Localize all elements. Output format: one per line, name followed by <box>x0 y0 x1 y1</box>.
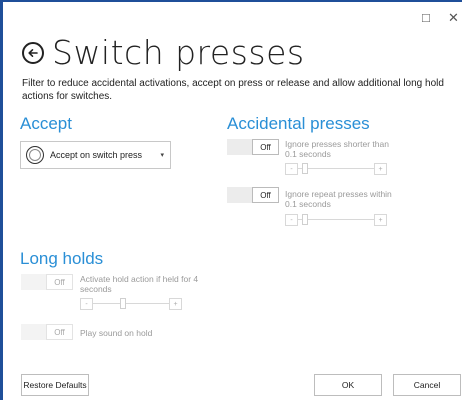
slider-track[interactable] <box>93 303 169 304</box>
maximize-button[interactable]: □ <box>422 10 430 25</box>
play-sound-toggle[interactable]: Off <box>21 324 73 340</box>
toggle-state-label: Off <box>252 187 279 203</box>
restore-defaults-button[interactable]: Restore Defaults <box>21 374 89 396</box>
long-holds-section-title: Long holds <box>20 249 104 268</box>
toggle-state-label: Off <box>46 324 73 340</box>
hold-action-toggle[interactable]: Off <box>21 274 73 290</box>
increase-button[interactable]: + <box>374 214 387 226</box>
hold-action-label: Activate hold action if held for 4 secon… <box>80 274 199 294</box>
slider-track[interactable] <box>298 219 374 220</box>
cancel-button[interactable]: Cancel <box>393 374 461 396</box>
accept-mode-dropdown[interactable]: Accept on switch press ▾ <box>20 141 171 169</box>
short-press-duration-stepper[interactable]: - + <box>285 163 387 175</box>
window-frame-left <box>0 0 3 400</box>
ignore-repeat-presses-label: Ignore repeat presses within 0.1 seconds <box>285 189 392 209</box>
increase-button[interactable]: + <box>374 163 387 175</box>
page-header: Switch presses <box>22 33 305 72</box>
accidental-section-title: Accidental presses <box>227 114 370 133</box>
repeat-press-duration-stepper[interactable]: - + <box>285 214 387 226</box>
page-description: Filter to reduce accidental activations,… <box>22 78 444 102</box>
ignore-repeat-presses-toggle[interactable]: Off <box>227 187 279 203</box>
decrease-button[interactable]: - <box>285 214 298 226</box>
hold-duration-stepper[interactable]: - + <box>80 298 182 310</box>
toggle-state-label: Off <box>46 274 73 290</box>
window-frame-top <box>0 0 462 2</box>
slider-track[interactable] <box>298 168 374 169</box>
increase-button[interactable]: + <box>169 298 182 310</box>
ignore-short-presses-toggle[interactable]: Off <box>227 139 279 155</box>
ignore-short-presses-label: Ignore presses shorter than 0.1 seconds <box>285 139 389 159</box>
chevron-down-icon: ▾ <box>160 152 164 159</box>
close-button[interactable]: ✕ <box>448 10 459 26</box>
decrease-button[interactable]: - <box>285 163 298 175</box>
accept-section-title: Accept <box>20 114 72 133</box>
slider-thumb[interactable] <box>302 163 308 174</box>
accept-mode-selected: Accept on switch press <box>50 150 143 160</box>
arrow-left-circle-icon[interactable] <box>22 41 44 64</box>
slider-thumb[interactable] <box>302 214 308 225</box>
radio-icon <box>26 146 44 164</box>
ok-button[interactable]: OK <box>314 374 382 396</box>
toggle-state-label: Off <box>252 139 279 155</box>
play-sound-label: Play sound on hold <box>80 328 153 338</box>
page-title: Switch presses <box>52 33 305 72</box>
decrease-button[interactable]: - <box>80 298 93 310</box>
slider-thumb[interactable] <box>120 298 126 309</box>
